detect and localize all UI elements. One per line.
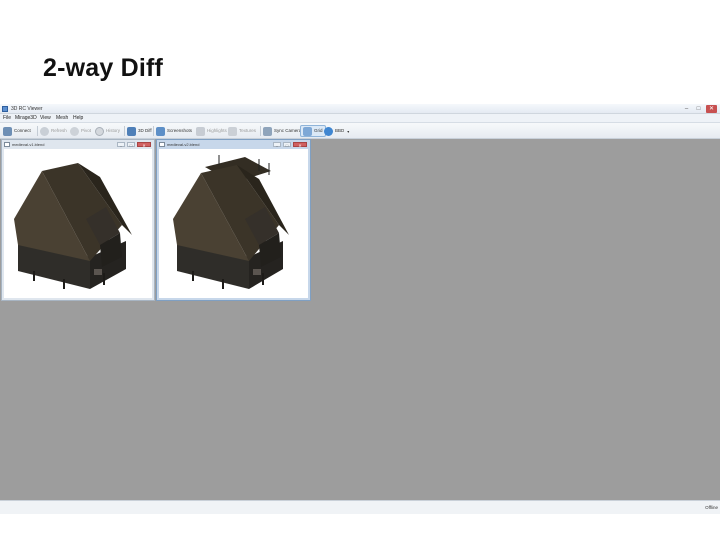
highlights-button[interactable]: Highlights — [196, 125, 227, 137]
status-text: Offline — [705, 505, 718, 510]
toolbar-separator — [153, 126, 154, 136]
toolbar-separator — [37, 126, 38, 136]
chevron-down-icon: ▾ — [347, 128, 350, 134]
menu-file[interactable]: File — [3, 114, 11, 123]
doc-minimize-button[interactable]: – — [117, 142, 125, 148]
bbd-dropdown[interactable]: BBD ▾ — [324, 125, 349, 137]
screenshots-button[interactable]: Screenshots — [156, 125, 192, 137]
app-icon — [2, 106, 8, 112]
diff-icon — [127, 126, 136, 136]
status-bar: Offline — [0, 500, 720, 514]
doc-close-button[interactable]: ✕ — [137, 142, 151, 148]
document-icon — [4, 142, 10, 147]
minimize-button[interactable]: – — [682, 105, 691, 113]
doc-maximize-button[interactable]: □ — [127, 142, 135, 148]
connect-button[interactable]: Connect — [3, 125, 31, 137]
house-model-v1 — [14, 163, 132, 289]
grid-toggle[interactable]: Grid — [300, 125, 326, 137]
document-title: medieval-v1.blend — [12, 142, 45, 147]
document-icon — [159, 142, 165, 147]
toolbar-separator — [124, 126, 125, 136]
maximize-button[interactable]: □ — [694, 105, 703, 113]
menu-help[interactable]: Help — [73, 114, 83, 123]
textures-button[interactable]: Textures — [228, 125, 256, 137]
pivot-button[interactable]: Pivot — [70, 125, 91, 137]
toolbar-separator — [260, 126, 261, 136]
screenshots-icon — [156, 126, 165, 136]
document-title: medieval-v2.blend — [167, 142, 200, 147]
grid-icon — [303, 126, 312, 136]
document-window-2[interactable]: medieval-v2.blend – □ ✕ — [156, 139, 311, 301]
3d-viewport[interactable] — [4, 149, 152, 298]
house-model-v2 — [173, 155, 289, 289]
doc-minimize-button[interactable]: – — [273, 142, 281, 148]
toolbar: Connect Refresh Pivot History 3D Diff Sc… — [0, 123, 720, 139]
slide: 2-way Diff 3D RC Viewer – □ ✕ File Mirag… — [0, 0, 720, 540]
history-icon — [95, 126, 104, 136]
doc-maximize-button[interactable]: □ — [283, 142, 291, 148]
highlight-icon — [196, 126, 205, 136]
doc-close-button[interactable]: ✕ — [293, 142, 307, 148]
menu-bar: File Mirage3D View Mesh Help — [0, 114, 720, 123]
refresh-icon — [40, 126, 49, 136]
3d-viewport[interactable] — [159, 149, 308, 298]
app-title: 3D RC Viewer — [11, 106, 43, 112]
sync-camera-button[interactable]: Sync Camera — [263, 125, 301, 137]
menu-mirage3d[interactable]: Mirage3D — [15, 114, 37, 123]
refresh-button[interactable]: Refresh — [40, 125, 67, 137]
menu-mesh[interactable]: Mesh — [56, 114, 68, 123]
history-button[interactable]: History — [95, 125, 120, 137]
pivot-icon — [70, 126, 79, 136]
close-button[interactable]: ✕ — [706, 105, 717, 113]
textures-icon — [228, 126, 237, 136]
menu-view[interactable]: View — [40, 114, 51, 123]
3d-diff-button[interactable]: 3D Diff — [127, 125, 152, 137]
app-titlebar[interactable]: 3D RC Viewer – □ ✕ — [0, 104, 720, 114]
house-window — [253, 269, 261, 275]
slide-title: 2-way Diff — [43, 54, 164, 82]
document-window-1[interactable]: medieval-v1.blend – □ ✕ — [1, 139, 155, 301]
connect-icon — [3, 126, 12, 136]
sync-camera-icon — [263, 126, 272, 136]
house-window — [94, 269, 102, 275]
bbd-icon — [324, 126, 333, 136]
app-window: 3D RC Viewer – □ ✕ File Mirage3D View Me… — [0, 104, 720, 514]
